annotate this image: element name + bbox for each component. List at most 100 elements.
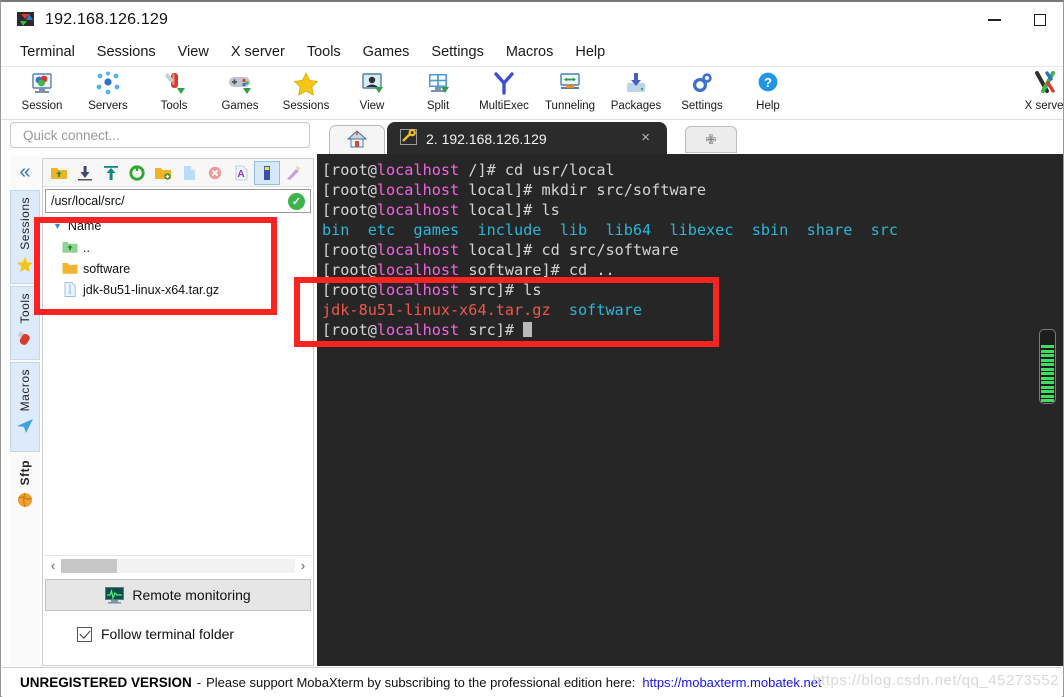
toolbar-xserver-button[interactable]: X server xyxy=(1013,69,1064,119)
gauge-bar xyxy=(1041,349,1054,353)
toolbar-tools-button[interactable]: Tools xyxy=(141,69,207,119)
terminal-text: [root@ xyxy=(322,181,377,199)
terminal-text: localhost xyxy=(376,201,460,219)
file-properties-icon[interactable] xyxy=(254,160,280,185)
ssh-key-icon xyxy=(400,128,418,149)
new-folder-icon[interactable] xyxy=(150,161,176,185)
menu-settings[interactable]: Settings xyxy=(420,41,494,63)
terminal-text: [root@ xyxy=(322,321,377,339)
maximize-button[interactable] xyxy=(1017,2,1063,38)
toolbar-split-button[interactable]: Split xyxy=(405,69,471,119)
new-tab-button[interactable]: ✙ xyxy=(685,126,737,153)
follow-terminal-folder-row[interactable]: Follow terminal folder xyxy=(45,615,311,653)
gauge-bar xyxy=(1041,367,1054,371)
terminal-activity-gauge xyxy=(1039,329,1056,404)
quick-connect-input[interactable]: Quick connect... xyxy=(10,122,310,148)
list-item[interactable]: software xyxy=(45,258,311,279)
scroll-right-arrow-icon[interactable]: › xyxy=(295,558,311,573)
terminal-output[interactable]: [root@localhost /]# cd usr/local [root@lo… xyxy=(317,154,1063,666)
sidebar-tab-tools[interactable]: Tools xyxy=(10,286,40,360)
toolbar-tunneling-button[interactable]: Tunneling xyxy=(537,69,603,119)
toolbar-packages-button[interactable]: Packages xyxy=(603,69,669,119)
scroll-left-arrow-icon[interactable]: ‹ xyxy=(45,558,61,573)
terminal-cursor xyxy=(523,322,533,337)
gauge-bar xyxy=(1041,358,1054,362)
toolbar-settings-button[interactable]: Settings xyxy=(669,69,735,119)
file-list-horizontal-scrollbar[interactable]: ‹ › xyxy=(45,555,311,575)
session-icon xyxy=(27,71,57,97)
toolbar-help-button[interactable]: ? Help xyxy=(735,69,801,119)
remote-monitoring-button[interactable]: Remote monitoring xyxy=(45,579,311,611)
toolbar-sessions-button[interactable]: Sessions xyxy=(273,69,339,119)
quick-connect-placeholder: Quick connect... xyxy=(23,127,120,143)
follow-terminal-folder-label: Follow terminal folder xyxy=(101,626,235,642)
menu-games[interactable]: Games xyxy=(352,41,421,63)
text-edit-icon[interactable]: A xyxy=(228,161,254,185)
terminal-text: [root@ xyxy=(322,281,377,299)
terminal-text: jdk-8u51-linux-x64.tar.gz xyxy=(322,301,551,319)
toolbar-session-button[interactable]: Session xyxy=(9,69,75,119)
permissions-icon[interactable] xyxy=(280,161,306,185)
home-tab[interactable] xyxy=(329,125,385,155)
toolbar-view-button[interactable]: View xyxy=(339,69,405,119)
list-item-label: .. xyxy=(83,240,90,255)
upload-icon[interactable] xyxy=(98,161,124,185)
sftp-toolbar: A xyxy=(43,159,313,187)
menu-tools[interactable]: Tools xyxy=(296,41,352,63)
gauge-bar xyxy=(1041,363,1054,366)
window-controls xyxy=(971,2,1063,38)
new-file-icon[interactable] xyxy=(176,161,202,185)
monitor-graph-icon xyxy=(105,586,125,604)
terminal-text: localhost xyxy=(376,261,460,279)
menu-terminal[interactable]: Terminal xyxy=(9,41,86,63)
gauge-bar xyxy=(1041,394,1054,398)
menu-xserver[interactable]: X server xyxy=(220,41,296,63)
sort-arrow-icon[interactable]: ▼ xyxy=(53,221,62,231)
delete-icon[interactable] xyxy=(202,161,228,185)
list-item[interactable]: jdk-8u51-linux-x64.tar.gz xyxy=(45,279,311,300)
path-valid-check-icon: ✓ xyxy=(288,193,305,210)
status-message: Please support MobaXterm by subscribing … xyxy=(206,675,636,690)
toolbar-servers-button[interactable]: Servers xyxy=(75,69,141,119)
download-icon[interactable] xyxy=(72,161,98,185)
minimize-icon xyxy=(987,19,1001,21)
mobaxterm-link[interactable]: https://mobaxterm.mobatek.net xyxy=(642,675,821,690)
follow-terminal-folder-checkbox[interactable] xyxy=(77,626,92,642)
scrollbar-track[interactable] xyxy=(61,558,295,573)
menu-help[interactable]: Help xyxy=(564,41,616,63)
terminal-tab[interactable]: 2. 192.168.126.129 × xyxy=(387,122,667,155)
gauge-bar xyxy=(1041,354,1054,357)
home-icon xyxy=(346,129,368,152)
menu-view[interactable]: View xyxy=(167,41,220,63)
toolbar-settings-label: Settings xyxy=(681,100,723,112)
toolbar-split-label: Split xyxy=(426,100,450,112)
refresh-icon[interactable] xyxy=(124,161,150,185)
menu-macros[interactable]: Macros xyxy=(495,41,565,63)
toolbar-view-label: View xyxy=(359,100,385,112)
window-title: 192.168.126.129 xyxy=(45,11,169,28)
list-item-label: jdk-8u51-linux-x64.tar.gz xyxy=(83,282,220,297)
sidebar-tab-sessions[interactable]: Sessions xyxy=(10,190,40,284)
sidebar-tab-sftp[interactable]: Sftp xyxy=(10,454,40,516)
sftp-panel: A /usr/local/src/ ✓ ▼ Name .. software j… xyxy=(42,158,314,666)
go-up-folder-icon[interactable] xyxy=(46,161,72,185)
close-icon[interactable]: × xyxy=(641,129,650,146)
maximize-icon xyxy=(1034,14,1046,26)
column-header-name[interactable]: Name xyxy=(68,219,101,233)
mobaxterm-window: 192.168.126.129 Terminal Sessions View X… xyxy=(0,0,1064,697)
toolbar-multiexec-button[interactable]: MultiExec xyxy=(471,69,537,119)
sidebar-tab-macros[interactable]: Macros xyxy=(10,362,40,452)
sftp-path-input[interactable]: /usr/local/src/ ✓ xyxy=(45,189,311,213)
terminal-text: localhost xyxy=(376,321,460,339)
minimize-button[interactable] xyxy=(971,2,1017,38)
scrollbar-thumb[interactable] xyxy=(61,558,117,573)
menu-sessions[interactable]: Sessions xyxy=(86,41,167,63)
terminal-text: local]# ls xyxy=(459,201,560,219)
list-item[interactable]: .. xyxy=(45,237,311,258)
toolbar-session-label: Session xyxy=(21,100,63,112)
terminal-text: local]# mkdir src/software xyxy=(459,181,707,199)
collapse-sidebar-button[interactable]: « xyxy=(10,158,40,186)
toolbar-tunneling-label: Tunneling xyxy=(544,100,596,112)
toolbar-games-button[interactable]: Games xyxy=(207,69,273,119)
toolbar-packages-label: Packages xyxy=(610,100,662,112)
